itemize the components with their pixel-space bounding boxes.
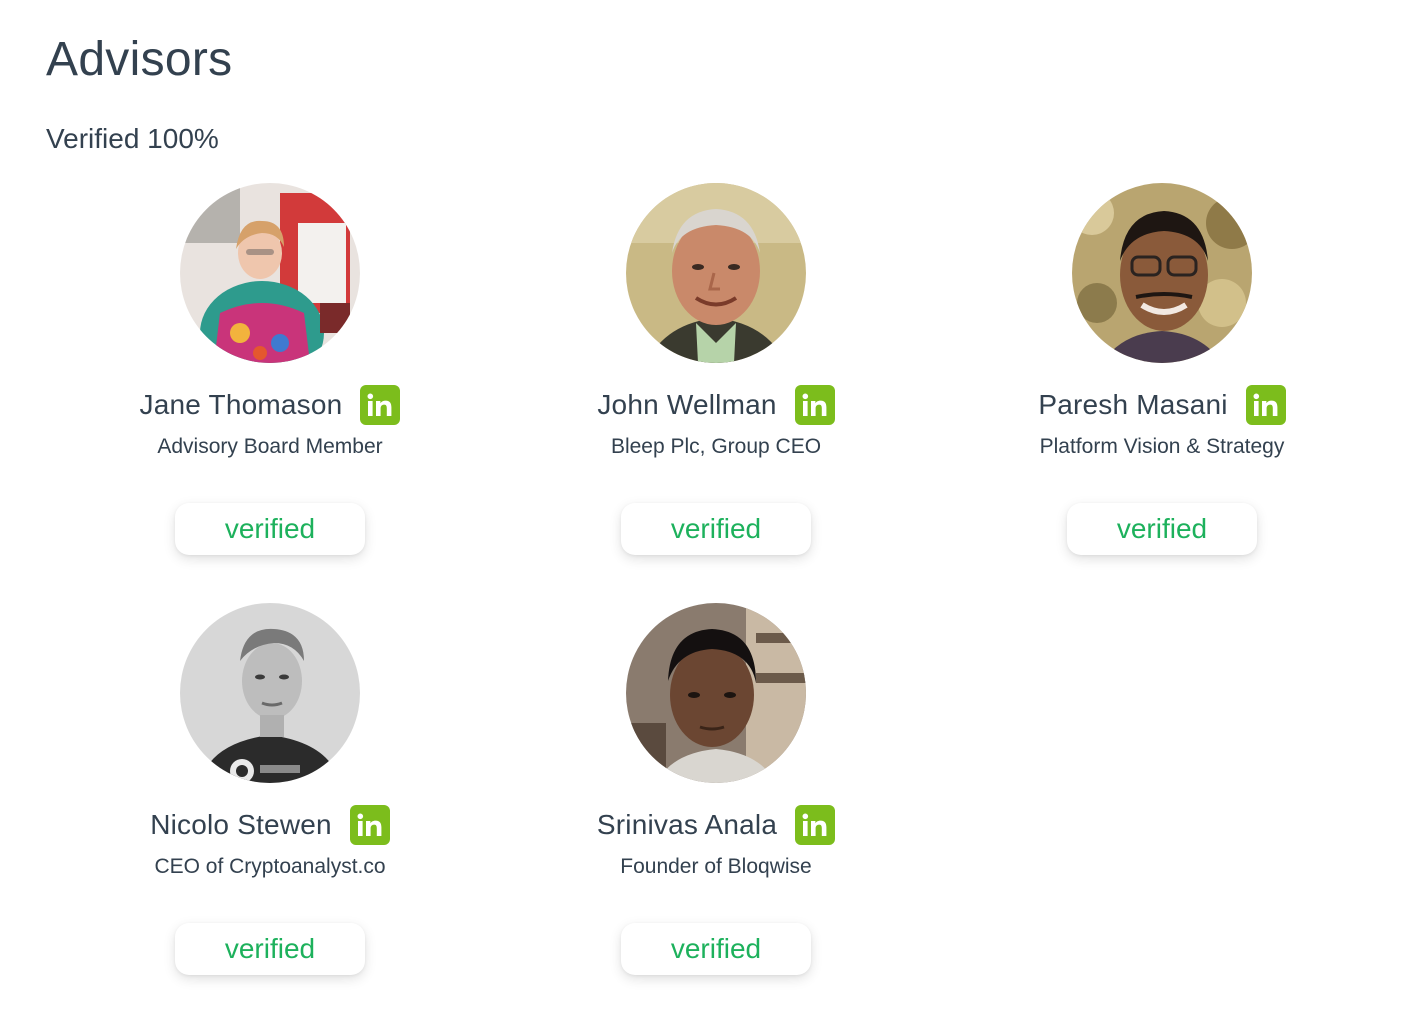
avatar	[180, 603, 360, 783]
advisor-name: Paresh Masani	[1038, 389, 1228, 420]
advisor-photo	[180, 603, 360, 783]
verified-button[interactable]: verified	[1067, 503, 1257, 555]
advisor-role: CEO of Cryptoanalyst.co	[154, 855, 386, 878]
advisor-name: John Wellman	[597, 389, 777, 420]
advisor-name-row: Paresh Masani	[962, 384, 1362, 426]
linkedin-icon[interactable]	[349, 805, 390, 845]
advisor-card: Paresh Masani Platform Vision & Strategy…	[962, 183, 1362, 583]
verified-button[interactable]: verified	[175, 923, 365, 975]
avatar	[1072, 183, 1252, 363]
verified-button[interactable]: verified	[175, 503, 365, 555]
advisor-name: Jane Thomason	[139, 389, 343, 420]
linkedin-icon[interactable]	[795, 805, 836, 845]
linkedin-icon[interactable]	[794, 385, 835, 425]
advisor-photo	[180, 183, 360, 363]
linkedin-logo-icon	[802, 393, 827, 416]
verified-button[interactable]: verified	[621, 503, 811, 555]
advisors-grid: Jane Thomason Advisory Board Member veri…	[0, 0, 1422, 1028]
verified-button[interactable]: verified	[621, 923, 811, 975]
avatar	[180, 183, 360, 363]
linkedin-logo-icon	[802, 813, 827, 836]
linkedin-logo-icon	[367, 393, 392, 416]
advisor-name-row: Nicolo Stewen	[70, 804, 470, 846]
advisor-name: Srinivas Anala	[596, 809, 778, 840]
advisor-role: Founder of Bloqwise	[620, 855, 812, 878]
advisor-photo	[626, 183, 806, 363]
advisor-photo	[626, 603, 806, 783]
advisor-name-row: Jane Thomason	[70, 384, 470, 426]
advisor-card: Nicolo Stewen CEO of Cryptoanalyst.co ve…	[70, 603, 470, 1003]
linkedin-icon[interactable]	[1245, 385, 1286, 425]
advisor-name: Nicolo Stewen	[150, 809, 332, 840]
advisor-card: John Wellman Bleep Plc, Group CEO verifi…	[516, 183, 916, 583]
advisor-photo	[1072, 183, 1252, 363]
linkedin-logo-icon	[357, 813, 382, 836]
advisor-name-row: John Wellman	[516, 384, 916, 426]
avatar	[626, 603, 806, 783]
advisor-role: Advisory Board Member	[157, 435, 383, 458]
advisor-role: Bleep Plc, Group CEO	[610, 435, 822, 458]
advisor-card: Jane Thomason Advisory Board Member veri…	[70, 183, 470, 583]
linkedin-icon[interactable]	[360, 385, 401, 425]
linkedin-logo-icon	[1253, 393, 1278, 416]
avatar	[626, 183, 806, 363]
advisor-name-row: Srinivas Anala	[516, 804, 916, 846]
advisor-role: Platform Vision & Strategy	[1039, 435, 1285, 458]
advisor-card: Srinivas Anala Founder of Bloqwise verif…	[516, 603, 916, 1003]
